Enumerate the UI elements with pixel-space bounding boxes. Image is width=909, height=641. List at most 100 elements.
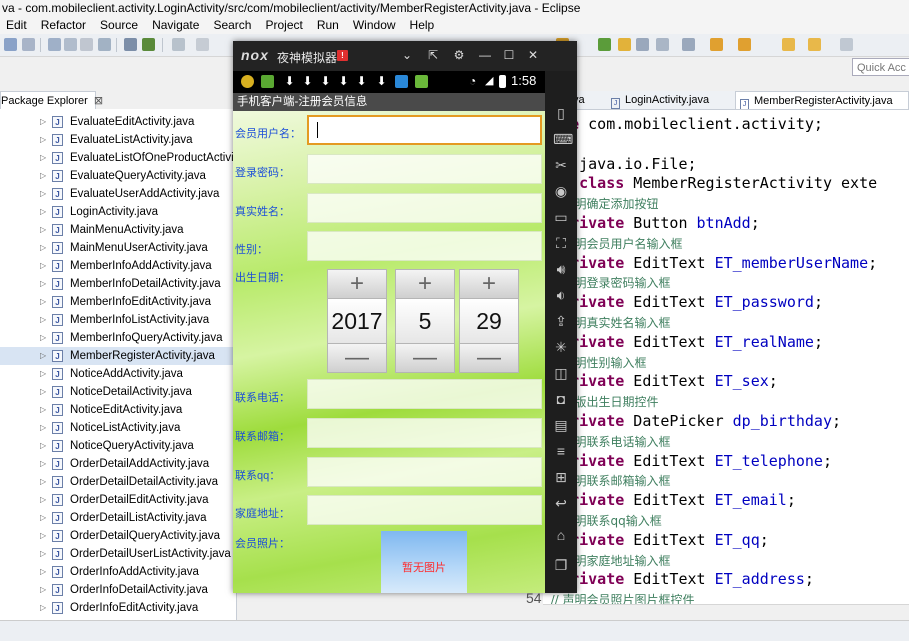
expand-icon[interactable]: ▷ xyxy=(40,455,46,473)
expand-icon[interactable]: ▷ xyxy=(40,311,46,329)
shake-icon[interactable]: ✳ xyxy=(553,339,569,355)
tab-login-activity[interactable]: J LoginActivity.java xyxy=(607,91,727,109)
password-input[interactable] xyxy=(307,154,542,184)
tree-item[interactable]: ▷ J NoticeListActivity.java xyxy=(0,419,236,437)
year-minus-button[interactable]: — xyxy=(327,343,387,373)
expand-icon[interactable]: ▷ xyxy=(40,113,46,131)
maximize-icon[interactable]: ☐ xyxy=(501,47,517,63)
volume-down-icon[interactable]: 🔉︎ xyxy=(553,287,569,303)
keyboard-icon[interactable]: ⌨ xyxy=(553,131,573,147)
marker-icon[interactable] xyxy=(636,38,649,51)
pin-icon[interactable]: ⇱ xyxy=(425,47,441,63)
build-icon[interactable] xyxy=(98,38,111,51)
tree-item[interactable]: ▷ J MemberInfoAddActivity.java xyxy=(0,257,236,275)
close-icon[interactable]: ⊠ xyxy=(94,95,103,107)
tree-item[interactable]: ▷ J MemberRegisterActivity.java xyxy=(0,347,236,365)
home-icon[interactable]: ⌂ xyxy=(553,527,569,543)
expand-icon[interactable]: ▷ xyxy=(40,581,46,599)
menu-navigate[interactable]: Navigate xyxy=(152,18,199,32)
fullscreen-icon[interactable]: ⛶ xyxy=(553,235,569,251)
tree-item[interactable]: ▷ J OrderDetailUserListActivity.java xyxy=(0,545,236,563)
tree-item[interactable]: ▷ J MemberInfoListActivity.java xyxy=(0,311,236,329)
menu-icon[interactable]: ≡ xyxy=(553,443,569,459)
forward-arrow-icon[interactable] xyxy=(808,38,821,51)
tree-item[interactable]: ▷ J EvaluateListOfOneProductActivi xyxy=(0,149,236,167)
month-spinner[interactable]: + 5 — xyxy=(395,269,455,373)
highlight-icon[interactable] xyxy=(618,38,631,51)
volume-up-icon[interactable]: 🔊︎ xyxy=(553,261,569,277)
menu-search[interactable]: Search xyxy=(213,18,251,32)
expand-icon[interactable]: ▷ xyxy=(40,257,46,275)
expand-icon[interactable]: ▷ xyxy=(40,347,46,365)
back-icon[interactable]: ↩ xyxy=(553,495,569,511)
new-icon[interactable] xyxy=(4,38,17,51)
camera-icon[interactable]: ◫ xyxy=(553,365,569,381)
tree-item[interactable]: ▷ J MemberInfoDetailActivity.java xyxy=(0,275,236,293)
tree-item[interactable]: ▷ J OrderDetailAddActivity.java xyxy=(0,455,236,473)
tree-item[interactable]: ▷ J MainMenuActivity.java xyxy=(0,221,236,239)
tree-item[interactable]: ▷ J OrderDetailListActivity.java xyxy=(0,509,236,527)
scissors-icon[interactable]: ✂ xyxy=(553,157,569,173)
address-input[interactable] xyxy=(307,495,542,525)
expand-icon[interactable]: ▷ xyxy=(40,383,46,401)
tree-item[interactable]: ▷ J MemberInfoQueryActivity.java xyxy=(0,329,236,347)
android-icon[interactable] xyxy=(142,38,155,51)
screen-icon[interactable]: ▭ xyxy=(553,209,569,225)
expand-icon[interactable]: ▷ xyxy=(40,545,46,563)
expand-icon[interactable]: ▷ xyxy=(40,329,46,347)
expand-icon[interactable]: ▷ xyxy=(40,185,46,203)
expand-icon[interactable]: ▷ xyxy=(40,167,46,185)
rotate-icon[interactable]: ⊞ xyxy=(553,469,569,485)
month-plus-button[interactable]: + xyxy=(395,269,455,299)
email-input[interactable] xyxy=(307,418,542,448)
horizontal-scrollbar[interactable] xyxy=(543,604,909,621)
expand-icon[interactable]: ▷ xyxy=(40,221,46,239)
menu-window[interactable]: Window xyxy=(353,18,396,32)
expand-icon[interactable]: ▷ xyxy=(40,509,46,527)
tree-item[interactable]: ▷ J EvaluateQueryActivity.java xyxy=(0,167,236,185)
package-explorer-tab[interactable]: Package Explorer ⊠ xyxy=(0,91,103,109)
expand-icon[interactable]: ▷ xyxy=(40,401,46,419)
telephone-input[interactable] xyxy=(307,379,542,409)
expand-icon[interactable]: ▷ xyxy=(40,419,46,437)
day-minus-button[interactable]: — xyxy=(459,343,519,373)
menu-project[interactable]: Project xyxy=(265,18,302,32)
sex-input[interactable] xyxy=(307,231,542,261)
expand-icon[interactable]: ▷ xyxy=(40,473,46,491)
expand-icon[interactable]: ▷ xyxy=(40,239,46,257)
tool-icon[interactable] xyxy=(196,38,209,51)
tree-item[interactable]: ▷ J NoticeEditActivity.java xyxy=(0,401,236,419)
expand-icon[interactable]: ▷ xyxy=(40,293,46,311)
emulator-titlebar[interactable]: nox 夜神模拟器 ! ⌄ ⇱ ⚙ — ☐ ✕ ⋯ xyxy=(233,41,577,86)
multi-window-icon[interactable]: ▤ xyxy=(553,417,569,433)
robot-icon[interactable]: ◘ xyxy=(553,391,569,407)
expand-icon[interactable]: ▷ xyxy=(40,365,46,383)
print-icon[interactable] xyxy=(80,38,93,51)
expand-icon[interactable]: ▷ xyxy=(40,203,46,221)
expand-icon[interactable]: ▷ xyxy=(40,563,46,581)
username-input[interactable] xyxy=(307,115,542,145)
tree-item[interactable]: ▷ J OrderDetailDetailActivity.java xyxy=(0,473,236,491)
phone-icon[interactable]: ▯ xyxy=(553,105,569,121)
realname-input[interactable] xyxy=(307,193,542,223)
checkbox-icon[interactable] xyxy=(172,38,185,51)
terminal-icon[interactable] xyxy=(124,38,137,51)
quick-access-field[interactable]: Quick Acc xyxy=(852,58,909,76)
next-annotation-icon[interactable] xyxy=(710,38,723,51)
expand-icon[interactable]: ▷ xyxy=(40,437,46,455)
expand-icon[interactable]: ▷ xyxy=(40,131,46,149)
day-plus-button[interactable]: + xyxy=(459,269,519,299)
prev-annotation-icon[interactable] xyxy=(738,38,751,51)
tree-item[interactable]: ▷ J OrderInfoDetailActivity.java xyxy=(0,581,236,599)
tree-item[interactable]: ▷ J OrderInfoEditActivity.java xyxy=(0,599,236,617)
menu-edit[interactable]: Edit xyxy=(6,18,27,32)
save-all-icon[interactable] xyxy=(64,38,77,51)
tree-item[interactable]: ▷ J OrderDetailEditActivity.java xyxy=(0,491,236,509)
recent-apps-icon[interactable]: ❐ xyxy=(553,557,569,573)
tree-item[interactable]: ▷ J MainMenuUserActivity.java xyxy=(0,239,236,257)
tree-item[interactable]: ▷ J EvaluateUserAddActivity.java xyxy=(0,185,236,203)
expand-icon[interactable]: ▷ xyxy=(40,149,46,167)
expand-icon[interactable]: ▷ xyxy=(40,599,46,617)
tab-member-register-activity[interactable]: J MemberRegisterActivity.java xyxy=(735,91,909,109)
forward-icon[interactable] xyxy=(840,38,853,51)
